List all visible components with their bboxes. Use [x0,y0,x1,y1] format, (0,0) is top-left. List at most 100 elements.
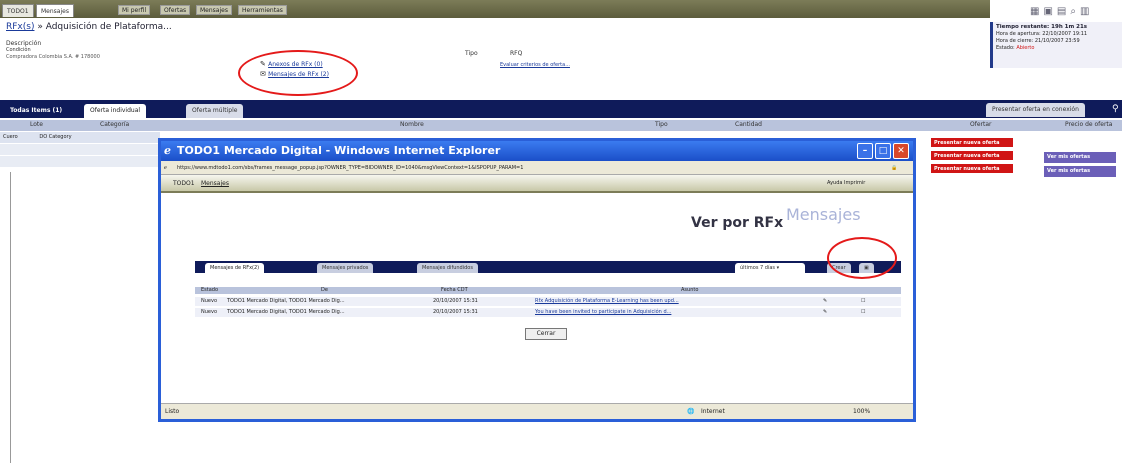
tab-todo1[interactable]: TODO1 [2,4,34,17]
left-divider [10,172,11,463]
settings-icon[interactable]: ▤ [1057,6,1070,17]
msg-estado: Nuevo [201,298,218,304]
breadcrumb[interactable]: RFx(s) [6,22,34,32]
nav-herramientas[interactable]: Herramientas [238,5,287,15]
main-tab-bar: Todas Items (1) Oferta individual Oferta… [0,100,1122,118]
hdr-fecha[interactable]: Fecha CDT [441,287,468,293]
present-offer-button[interactable]: Presentar oferta en conexión [986,103,1085,117]
highlight-circle [238,50,358,96]
msg-asunto[interactable]: You have been invited to participate in … [535,308,671,317]
msg-asunto[interactable]: Rfx Adquisición de Plataforma E-Learning… [535,297,679,306]
status-line: Estado: Abierto [996,45,1035,51]
binoculars-icon[interactable]: ⚲ [1106,102,1122,116]
msg-estado: Nuevo [201,309,218,315]
table-row[interactable]: Nuevo TODO1 Mercado Digital, TODO1 Merca… [195,297,901,306]
toolbar-icons[interactable]: ▦▣▤⌕▥ [1030,6,1093,17]
popup-tab-todo1[interactable]: TODO1 [173,180,195,187]
date-filter-select[interactable]: últimos 7 días ▾ [735,263,805,273]
msg-de: TODO1 Mercado Digital, TODO1 Mercado Dig… [227,298,345,304]
help-icon[interactable]: ▥ [1080,6,1093,17]
view-offers-button-1[interactable]: Ver mis ofertas [1044,152,1116,163]
description-detail: Compradora Colombia S.A. # 178000 [6,54,100,60]
evaluar-link[interactable]: Evaluar criterios de oferta... [500,62,570,68]
zoom-level[interactable]: 100% [853,404,870,419]
cerrar-button[interactable]: Cerrar [525,328,567,340]
search-icon[interactable]: ⌕ [1070,6,1080,17]
open-time: Hora de apertura: 22/10/2007 19:11 [996,31,1088,37]
row-checkbox[interactable]: ☐ [861,308,865,317]
minimize-icon[interactable]: – [857,143,873,159]
messages-header [195,287,901,294]
col-tipo[interactable]: Tipo [655,121,668,128]
close-icon[interactable]: ✕ [893,143,909,159]
col-precio[interactable]: Precio de oferta [1065,121,1112,128]
msg-fecha: 20/10/2007 15:31 [433,309,478,315]
col-lote[interactable]: Lote [30,121,43,128]
edit-icon[interactable]: ✎ [823,308,827,317]
top-navigation-bar: TODO1 Mensajes Mi perfil Ofertas Mensaje… [0,0,990,18]
close-time: Hora de cierre: 21/10/2007 23:59 [996,38,1080,44]
col-ofertar[interactable]: Ofertar [970,121,992,128]
tab-mensajes[interactable]: Mensajes [36,4,74,17]
tab-mensajes-privados[interactable]: Mensajes privados [317,263,374,273]
hdr-estado[interactable]: Estado [201,287,218,293]
table-row [0,156,160,167]
row-checkbox[interactable]: ☐ [861,297,865,306]
popup-title: TODO1 Mercado Digital - Windows Internet… [177,144,501,157]
table-row[interactable]: Nuevo TODO1 Mercado Digital, TODO1 Merca… [195,308,901,317]
nav-mi-perfil[interactable]: Mi perfil [118,5,151,15]
home-icon[interactable]: ▦ [1030,6,1043,17]
print-icon[interactable]: ▣ [1043,6,1056,17]
address-bar[interactable]: ℯ https://www.mdtodo1.com/sbs/frames_mes… [161,161,913,175]
title-text: » Adquisición de Plataforma... [37,22,172,32]
page-title: RFx(s) » Adquisición de Plataforma... [6,22,172,32]
new-offer-button-3[interactable]: Presentar nueva oferta [930,163,1014,174]
zone-text: Internet [701,408,725,415]
nav-mensajes[interactable]: Mensajes [196,5,232,15]
globe-icon: 🌐 [687,408,695,415]
popup-titlebar[interactable]: ℯ TODO1 Mercado Digital - Windows Intern… [161,141,913,161]
new-offer-button-1[interactable]: Presentar nueva oferta [930,137,1014,148]
edit-icon[interactable]: ✎ [823,297,827,306]
status-bar: Listo 🌐 Internet 100% [161,403,913,419]
popup-nav-right[interactable]: Ayuda Imprimir [827,180,865,186]
condition-label: Condición [6,47,31,53]
description-label: Descripción [6,40,42,47]
new-offer-button-2[interactable]: Presentar nueva oferta [930,150,1014,161]
tab-oferta-multiple[interactable]: Oferta múltiple [186,104,244,118]
hdr-asunto[interactable]: Asunto [681,287,698,293]
ver-por-heading: Ver por RFx [691,215,784,231]
tipo-value: RFQ [510,50,523,57]
mensajes-watermark: Mensajes [786,205,861,224]
row-lote: Cuero [3,134,18,140]
view-offers-button-2[interactable]: Ver mis ofertas [1044,166,1116,177]
tab-oferta-individual[interactable]: Oferta individual [84,104,147,118]
tab-mensajes-difundidos[interactable]: Mensajes difundidos [417,263,478,273]
message-tabs: Mensajes de RFx(2) Mensajes privados Men… [195,261,901,273]
col-categoria[interactable]: Categoría [100,121,129,128]
tab-mensajes-rfx[interactable]: Mensajes de RFx(2) [205,263,265,273]
maximize-icon[interactable]: □ [875,143,891,159]
chevron-down-icon: ▾ [776,265,780,271]
items-table-header: Lote Categoría Nombre Tipo Cantidad Ofer… [0,120,1122,131]
table-row[interactable]: Cuero DO Category [0,132,160,143]
tab-todas[interactable]: Todas Items (1) [4,104,68,118]
status-text: Listo [165,408,180,415]
highlight-circle [827,237,897,279]
popup-tab-mensajes[interactable]: Mensajes [201,180,229,187]
row-categoria: DO Category [39,134,72,140]
popup-window: ℯ TODO1 Mercado Digital - Windows Intern… [158,138,916,422]
lock-icon[interactable]: 🔒 [891,161,897,175]
time-info-box: Tiempo restante: 19h 1m 21s Hora de aper… [990,22,1122,68]
ie-icon: ℯ [164,144,171,157]
msg-fecha: 20/10/2007 15:31 [433,298,478,304]
address-text: https://www.mdtodo1.com/sbs/frames_messa… [177,165,524,171]
col-cantidad[interactable]: Cantidad [735,121,762,128]
msg-de: TODO1 Mercado Digital, TODO1 Mercado Dig… [227,309,345,315]
col-nombre[interactable]: Nombre [400,121,424,128]
status-badge: Abierto [1016,45,1035,51]
hdr-de[interactable]: De [321,287,328,293]
nav-ofertas[interactable]: Ofertas [160,5,191,15]
tipo-label: Tipo [465,50,478,57]
table-row [0,144,160,155]
